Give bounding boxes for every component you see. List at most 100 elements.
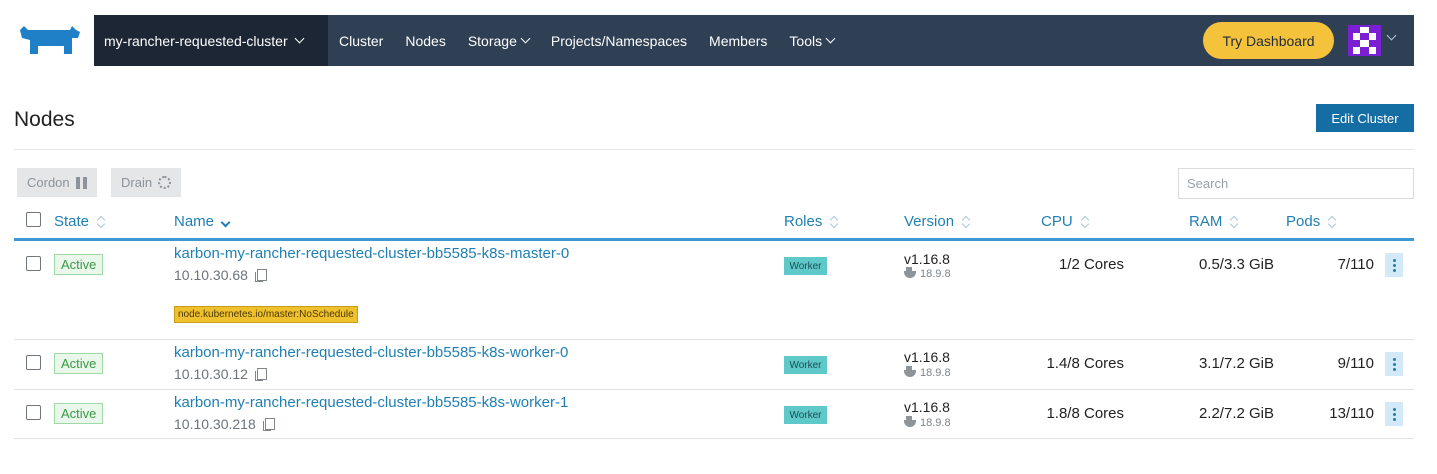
copy-icon[interactable] xyxy=(254,268,267,282)
nav-item-label: Cluster xyxy=(339,32,384,49)
node-name-link[interactable]: karbon-my-rancher-requested-cluster-bb55… xyxy=(174,344,568,361)
column-header-label: Version xyxy=(904,213,955,230)
top-navbar: my-rancher-requested-cluster Cluster Nod… xyxy=(94,15,1414,66)
ram-value: 3.1/7.2 GiB xyxy=(1198,355,1274,372)
copy-icon[interactable] xyxy=(254,367,267,381)
role-badge: Worker xyxy=(784,356,827,374)
column-header-label: Pods xyxy=(1286,213,1321,230)
docker-version: 18.9.8 xyxy=(904,365,951,379)
cluster-selector[interactable]: my-rancher-requested-cluster xyxy=(94,15,328,66)
chevron-down-icon[interactable] xyxy=(1386,30,1397,41)
docker-version-value: 18.9.8 xyxy=(920,367,951,379)
node-ip: 10.10.30.218 xyxy=(174,416,275,432)
nav-item-label: Tools xyxy=(789,32,823,49)
node-ip-value: 10.10.30.68 xyxy=(174,267,248,283)
taint-badge: node.kubernetes.io/master:NoSchedule xyxy=(174,306,358,323)
row-actions-menu-icon[interactable] xyxy=(1385,253,1403,277)
chevron-down-icon xyxy=(825,33,836,44)
node-ip: 10.10.30.12 xyxy=(174,366,267,382)
spinner-icon xyxy=(158,176,172,189)
docker-icon xyxy=(904,266,916,278)
column-header-version[interactable]: Version xyxy=(904,213,970,230)
sort-icon xyxy=(1081,216,1089,228)
docker-icon xyxy=(904,365,916,377)
column-header-cpu[interactable]: CPU xyxy=(1041,213,1089,230)
pods-value: 9/110 xyxy=(1337,355,1374,372)
nav-item-members[interactable]: Members xyxy=(698,15,778,66)
row-divider xyxy=(14,438,1414,439)
docker-version-value: 18.9.8 xyxy=(920,417,951,429)
ram-value: 0.5/3.3 GiB xyxy=(1198,256,1274,273)
docker-version-value: 18.9.8 xyxy=(920,268,951,280)
edit-cluster-button[interactable]: Edit Cluster xyxy=(1316,104,1414,132)
drain-label: Drain xyxy=(121,175,153,190)
nav-item-tools[interactable]: Tools xyxy=(778,15,845,66)
column-header-roles[interactable]: Roles xyxy=(784,213,838,230)
rancher-logo-icon[interactable] xyxy=(14,24,82,60)
node-ip: 10.10.30.68 xyxy=(174,267,267,283)
nav-item-nodes[interactable]: Nodes xyxy=(394,15,456,66)
status-badge: Active xyxy=(54,353,104,374)
pods-value: 7/110 xyxy=(1337,256,1374,273)
row-actions-menu-icon[interactable] xyxy=(1385,352,1403,376)
column-header-label: State xyxy=(54,213,90,230)
column-header-name[interactable]: Name xyxy=(174,213,231,230)
nav-item-label: Projects/Namespaces xyxy=(550,32,688,49)
try-dashboard-button[interactable]: Try Dashboard xyxy=(1203,22,1334,59)
row-checkbox[interactable] xyxy=(26,256,41,271)
user-avatar[interactable] xyxy=(1348,25,1381,56)
row-checkbox[interactable] xyxy=(26,405,41,420)
cordon-button[interactable]: Cordon xyxy=(17,168,97,197)
column-header-label: RAM xyxy=(1189,213,1223,230)
kubernetes-version: v1.16.8 xyxy=(904,251,950,267)
nav-item-label: Members xyxy=(709,32,768,49)
node-ip-value: 10.10.30.12 xyxy=(174,366,248,382)
chevron-down-icon xyxy=(294,33,305,44)
row-checkbox[interactable] xyxy=(26,355,41,370)
docker-version: 18.9.8 xyxy=(904,266,951,280)
row-divider xyxy=(14,339,1414,340)
role-badge: Worker xyxy=(784,257,827,275)
row-divider xyxy=(14,389,1414,390)
role-badge: Worker xyxy=(784,406,827,424)
nav-item-label: Nodes xyxy=(405,32,446,49)
drain-button[interactable]: Drain xyxy=(111,168,182,197)
row-actions-menu-icon[interactable] xyxy=(1385,402,1403,426)
cpu-value: 1.8/8 Cores xyxy=(1046,405,1124,422)
pause-icon xyxy=(75,176,87,189)
cpu-value: 1.4/8 Cores xyxy=(1046,355,1124,372)
table-header-underline xyxy=(14,238,1414,241)
column-header-label: Roles xyxy=(784,213,823,230)
nav-item-label: Storage xyxy=(467,32,517,49)
ram-value: 2.2/7.2 GiB xyxy=(1198,405,1274,422)
nav-item-projects-namespaces[interactable]: Projects/Namespaces xyxy=(540,15,698,66)
chevron-down-icon xyxy=(520,33,531,44)
search-input[interactable] xyxy=(1178,168,1414,199)
cpu-value: 1/2 Cores xyxy=(1058,256,1124,273)
column-header-pods[interactable]: Pods xyxy=(1286,213,1336,230)
sort-icon xyxy=(97,216,105,228)
nav-item-cluster[interactable]: Cluster xyxy=(328,15,394,66)
column-header-label: CPU xyxy=(1041,213,1073,230)
nav-item-storage[interactable]: Storage xyxy=(457,15,540,66)
sort-icon xyxy=(962,216,970,228)
node-ip-value: 10.10.30.218 xyxy=(174,416,256,432)
copy-icon[interactable] xyxy=(262,417,275,431)
docker-icon xyxy=(904,415,916,427)
select-all-checkbox[interactable] xyxy=(26,212,41,227)
status-badge: Active xyxy=(54,254,104,275)
kubernetes-version: v1.16.8 xyxy=(904,349,950,365)
pods-value: 13/110 xyxy=(1329,405,1374,422)
column-header-state[interactable]: State xyxy=(54,213,105,230)
header-divider xyxy=(14,149,1414,150)
cluster-selector-label: my-rancher-requested-cluster xyxy=(104,32,288,49)
node-name-link[interactable]: karbon-my-rancher-requested-cluster-bb55… xyxy=(174,394,568,411)
sort-icon xyxy=(1230,216,1238,228)
sort-icon xyxy=(1328,216,1336,228)
cordon-label: Cordon xyxy=(27,175,70,190)
docker-version: 18.9.8 xyxy=(904,415,951,429)
page-title: Nodes xyxy=(14,108,75,131)
node-name-link[interactable]: karbon-my-rancher-requested-cluster-bb55… xyxy=(174,245,569,262)
column-header-label: Name xyxy=(174,213,215,230)
column-header-ram[interactable]: RAM xyxy=(1189,213,1238,230)
